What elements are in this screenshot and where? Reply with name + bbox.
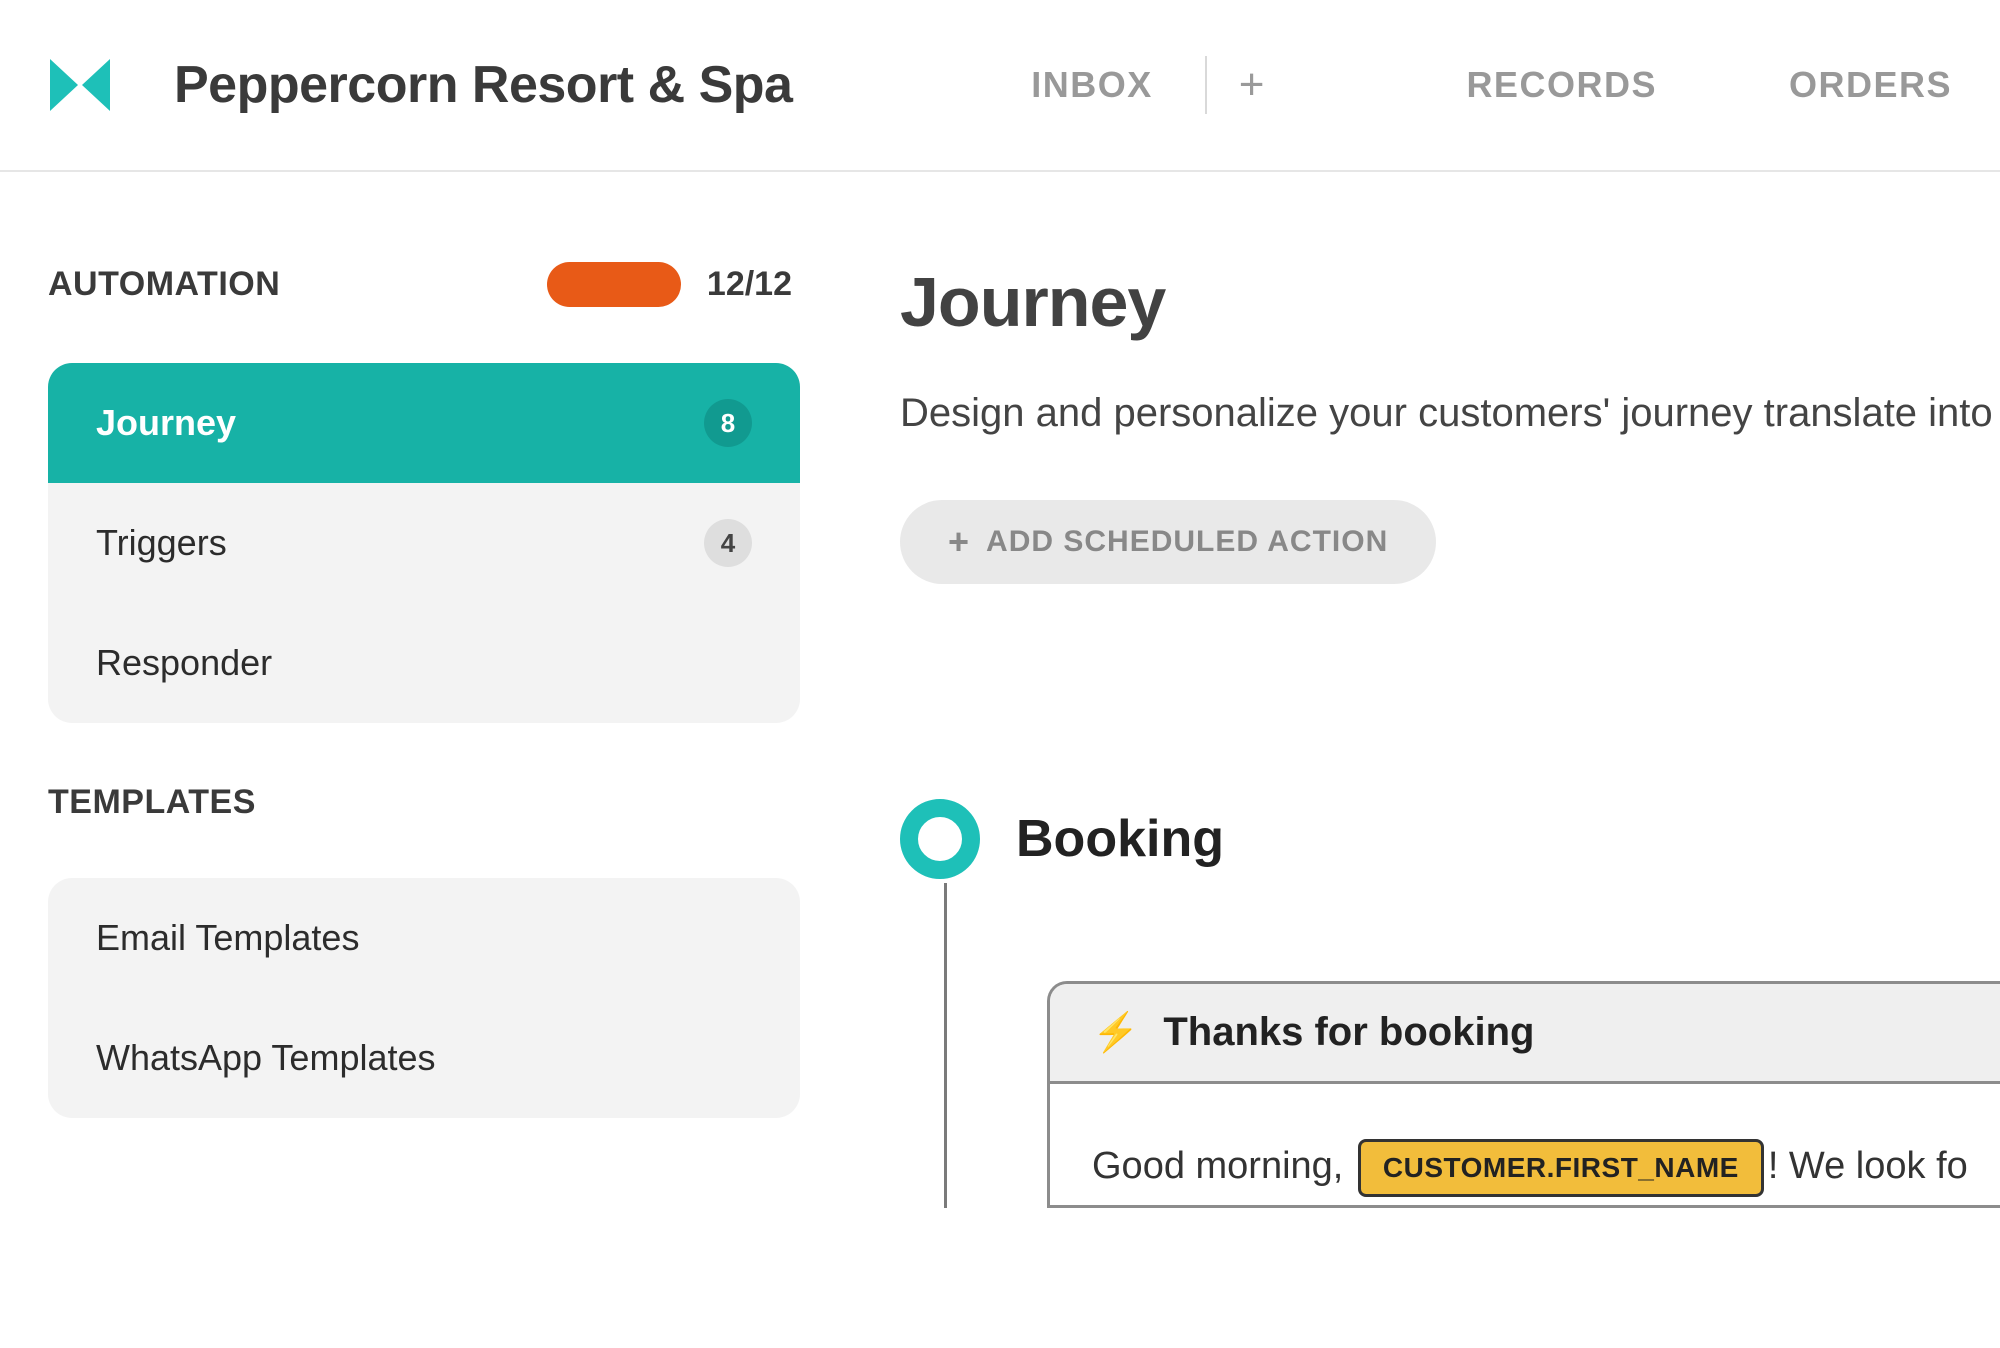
sidebar-item-label: Email Templates	[96, 917, 359, 959]
add-scheduled-action-button[interactable]: + ADD SCHEDULED ACTION	[900, 500, 1436, 584]
page-description: Design and personalize your customers' j…	[900, 382, 2000, 444]
count-badge: 4	[704, 519, 752, 567]
usage-pill-icon	[547, 262, 681, 307]
merge-token: CUSTOMER.FIRST_NAME	[1358, 1139, 1764, 1198]
body-prefix: Good morning,	[1092, 1145, 1354, 1187]
sidebar-item-whatsapp-templates[interactable]: WhatsApp Templates	[48, 998, 800, 1118]
timeline: ⚡ Thanks for booking Good morning, CUSTO…	[900, 883, 2000, 1208]
nav-inbox[interactable]: INBOX	[1031, 54, 1153, 116]
usage-count: 12/12	[707, 265, 792, 304]
page-title: Journey	[900, 262, 2000, 342]
app-header: Peppercorn Resort & Spa INBOX + RECORDS …	[0, 0, 2000, 172]
sidebar-item-label: WhatsApp Templates	[96, 1037, 436, 1079]
sidebar-item-responder[interactable]: Responder	[48, 603, 800, 723]
count-badge: 8	[704, 399, 752, 447]
nav-records[interactable]: RECORDS	[1466, 54, 1657, 116]
sidebar-item-label: Triggers	[96, 522, 227, 564]
automation-section-title: AUTOMATION	[48, 265, 280, 304]
sidebar-item-email-templates[interactable]: Email Templates	[48, 878, 800, 998]
top-nav: INBOX + RECORDS ORDERS	[1031, 54, 1952, 116]
journey-stage: Booking ⚡ Thanks for booking Good mornin…	[900, 799, 2000, 1208]
plus-icon: +	[948, 524, 970, 560]
nav-divider	[1205, 56, 1207, 114]
sidebar-item-label: Responder	[96, 642, 272, 684]
stage-header: Booking	[900, 799, 2000, 879]
templates-menu: Email Templates WhatsApp Templates	[48, 878, 800, 1118]
action-card-title: Thanks for booking	[1163, 1010, 1534, 1055]
bolt-icon: ⚡	[1092, 1011, 1139, 1055]
nav-inbox-group: INBOX +	[1031, 54, 1264, 116]
add-button-label: ADD SCHEDULED ACTION	[986, 525, 1388, 559]
templates-section-title: TEMPLATES	[48, 783, 800, 822]
automation-menu: Journey 8 Triggers 4 Responder	[48, 363, 800, 723]
add-inbox-icon[interactable]: +	[1239, 63, 1265, 107]
action-card-header: ⚡ Thanks for booking	[1050, 984, 2000, 1084]
sidebar-item-triggers[interactable]: Triggers 4	[48, 483, 800, 603]
timeline-connector	[944, 883, 947, 1208]
sidebar: AUTOMATION 12/12 Journey 8 Triggers 4 Re…	[0, 262, 800, 1208]
body-suffix: ! We look fo	[1768, 1145, 1968, 1187]
stage-marker-icon	[900, 799, 980, 879]
brand-logo	[48, 53, 112, 117]
main-content: Journey Design and personalize your cust…	[800, 262, 2000, 1208]
org-name: Peppercorn Resort & Spa	[174, 55, 792, 115]
action-card[interactable]: ⚡ Thanks for booking Good morning, CUSTO…	[1047, 981, 2000, 1208]
stage-title: Booking	[1016, 809, 1224, 869]
sidebar-item-journey[interactable]: Journey 8	[48, 363, 800, 483]
action-card-body: Good morning, CUSTOMER.FIRST_NAME! We lo…	[1050, 1084, 2000, 1205]
automation-header: AUTOMATION 12/12	[48, 262, 800, 307]
nav-orders[interactable]: ORDERS	[1789, 54, 1952, 116]
automation-usage-badge: 12/12	[547, 262, 792, 307]
sidebar-item-label: Journey	[96, 402, 236, 444]
